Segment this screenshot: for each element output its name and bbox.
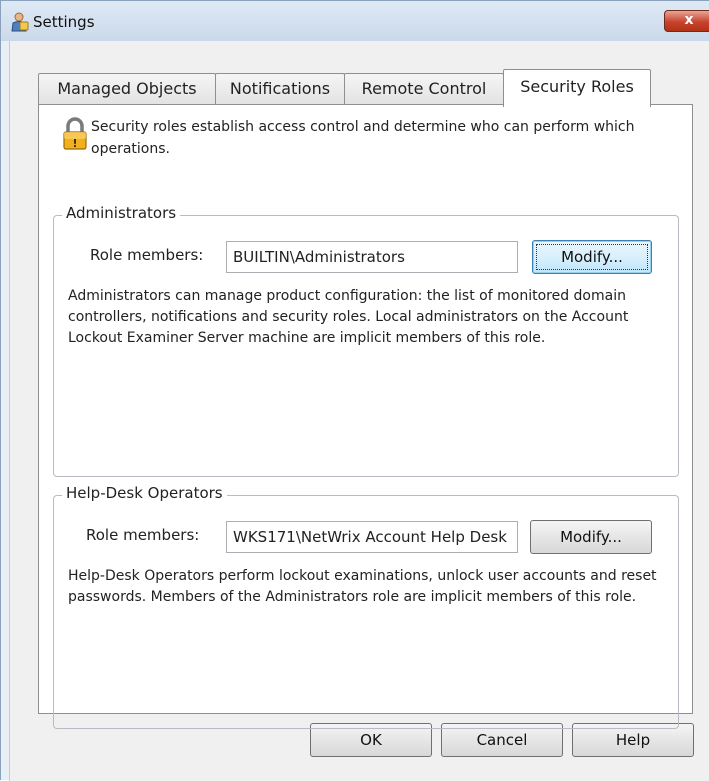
helpdesk-role-members-label: Role members: [86,526,200,544]
security-roles-panel: ! Security roles establish access contro… [38,104,693,729]
lock-icon: ! [61,117,89,151]
security-roles-intro: Security roles establish access control … [91,119,635,157]
administrators-legend: Administrators [62,204,181,222]
helpdesk-group: Help-Desk Operators Role members: WKS171… [53,484,679,729]
helpdesk-modify-button[interactable]: Modify... [530,520,652,554]
admin-role-members-label: Role members: [90,246,204,264]
close-icon: x [684,12,694,28]
helpdesk-legend: Help-Desk Operators [62,484,227,502]
admin-modify-button[interactable]: Modify... [532,240,652,274]
admin-role-members-field[interactable]: BUILTIN\Administrators [226,241,518,273]
title-bar[interactable]: Settings x [1,1,709,41]
tab-remote-control[interactable]: Remote Control [344,73,504,105]
tab-security-roles[interactable]: Security Roles [503,69,651,107]
dialog-client-area: Managed Objects Notifications Remote Con… [9,41,709,781]
window-title: Settings [33,13,95,31]
helpdesk-description: Help-Desk Operators perform lockout exam… [68,568,657,605]
tab-notifications[interactable]: Notifications [215,73,345,105]
admin-modify-label: Modify... [561,248,623,266]
settings-window: Settings x Managed Objects Notifications… [0,0,709,781]
administrators-group: Administrators Role members: BUILTIN\Adm… [53,204,679,477]
settings-app-icon [9,12,29,32]
svg-text:!: ! [72,137,77,150]
helpdesk-role-members-field[interactable]: WKS171\NetWrix Account Help Desk [226,521,518,553]
administrators-description: Administrators can manage product config… [68,288,629,346]
tab-managed-objects[interactable]: Managed Objects [38,73,216,105]
close-button[interactable]: x [664,10,709,32]
